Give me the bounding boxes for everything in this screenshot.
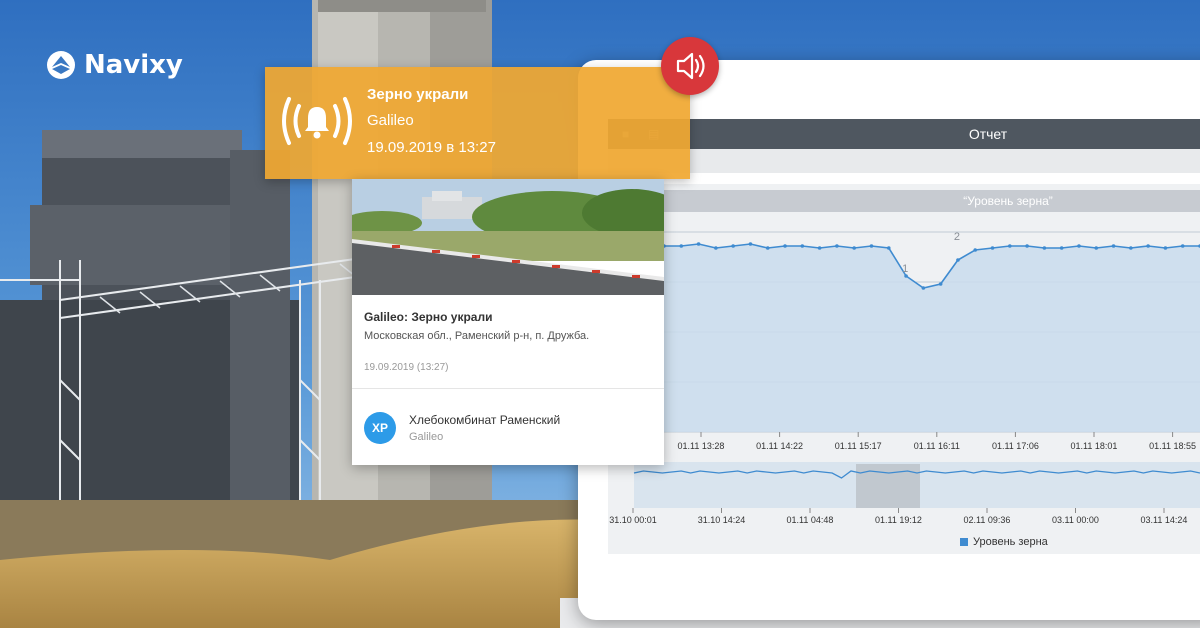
data-point[interactable] — [990, 246, 995, 250]
data-point[interactable] — [973, 248, 978, 252]
data-point[interactable] — [731, 244, 735, 248]
data-point[interactable] — [1025, 244, 1029, 248]
data-point[interactable] — [1008, 244, 1012, 248]
data-point[interactable] — [1077, 244, 1081, 248]
data-point[interactable] — [1059, 246, 1064, 250]
x-axis-ticks: 01.11 13:28 01.11 14:22 01.11 15:17 01.11 1… — [678, 432, 1196, 451]
data-point[interactable] — [783, 244, 787, 248]
data-point[interactable] — [748, 242, 753, 246]
object-tracker: Galileo — [409, 431, 444, 443]
navigator-tick-label: 03.11 14:24 — [1141, 515, 1188, 525]
x-tick-label: 01.11 13:28 — [678, 441, 725, 451]
data-point[interactable] — [852, 246, 856, 250]
data-point[interactable] — [800, 244, 805, 248]
navigator-selection[interactable] — [856, 464, 920, 508]
navigator-tick-label: 31.10 14:24 — [698, 515, 746, 525]
event-card[interactable]: Galileo: Зерно украли Московская обл., Р… — [352, 179, 664, 465]
navigator-tick-label: 02.11 09:36 — [964, 515, 1011, 525]
sound-toggle-button[interactable] — [661, 37, 719, 95]
data-point[interactable] — [1042, 246, 1047, 250]
navigator-tick-label: 03.11 00:00 — [1052, 515, 1099, 525]
chart-legend[interactable]: Уровень зерна — [960, 536, 1048, 548]
data-point[interactable] — [1180, 244, 1185, 248]
data-point[interactable] — [765, 246, 770, 250]
data-point[interactable] — [1111, 244, 1116, 248]
data-point[interactable] — [886, 246, 891, 250]
data-point[interactable] — [921, 286, 926, 290]
alert-datetime: 19.09.2019 в 13:27 — [367, 139, 496, 156]
navigator-tick-label: 01.11 04:48 — [787, 515, 834, 525]
alert-notification[interactable]: Зерно украли Galileo 19.09.2019 в 13:27 — [265, 67, 690, 179]
avatar: ХР — [364, 412, 396, 444]
alert-tracker: Galileo — [367, 112, 414, 129]
x-tick-label: 01.11 18:55 — [1149, 441, 1196, 451]
data-point[interactable] — [714, 246, 718, 250]
data-point[interactable] — [956, 258, 960, 262]
legend-swatch — [960, 538, 968, 546]
navigator-tick-label: 31.10 00:01 — [609, 515, 657, 525]
bell-icon — [282, 97, 352, 145]
data-point[interactable] — [1129, 246, 1133, 250]
data-point[interactable] — [1146, 244, 1150, 248]
card-divider — [352, 388, 664, 389]
speaker-icon — [676, 52, 705, 80]
event-photo — [352, 179, 664, 295]
data-point[interactable] — [938, 282, 943, 286]
legend-label: Уровень зерна — [973, 536, 1048, 548]
event-address: Московская обл., Раменский р-н, п. Дружб… — [364, 330, 590, 342]
navigator-tick-label: 01.11 19:12 — [875, 515, 922, 525]
data-point[interactable] — [835, 244, 839, 248]
data-point[interactable] — [696, 242, 701, 246]
x-tick-label: 01.11 17:06 — [992, 441, 1039, 451]
data-point[interactable] — [817, 246, 822, 250]
x-tick-label: 01.11 16:11 — [914, 441, 960, 451]
object-name[interactable]: Хлебокомбинат Раменский — [409, 413, 560, 427]
x-tick-label: 01.11 18:01 — [1071, 441, 1118, 451]
event-title: Galileo: Зерно украли — [364, 310, 493, 324]
alert-title: Зерно украли — [367, 86, 469, 103]
data-point[interactable] — [679, 244, 684, 248]
x-tick-label: 01.11 14:22 — [756, 441, 803, 451]
chart-annotation: 1 — [902, 263, 908, 275]
x-tick-label: 01.11 15:17 — [835, 441, 882, 451]
data-point[interactable] — [1094, 246, 1099, 250]
chart-annotation: 2 — [954, 231, 960, 243]
data-point[interactable] — [869, 244, 874, 248]
series-area — [664, 244, 1200, 432]
navigator-ticks: 31.10 00:01 31.10 14:24 01.11 04:48 01.11 1… — [609, 508, 1187, 525]
data-point[interactable] — [1163, 246, 1168, 250]
event-date: 19.09.2019 (13:27) — [364, 362, 449, 373]
